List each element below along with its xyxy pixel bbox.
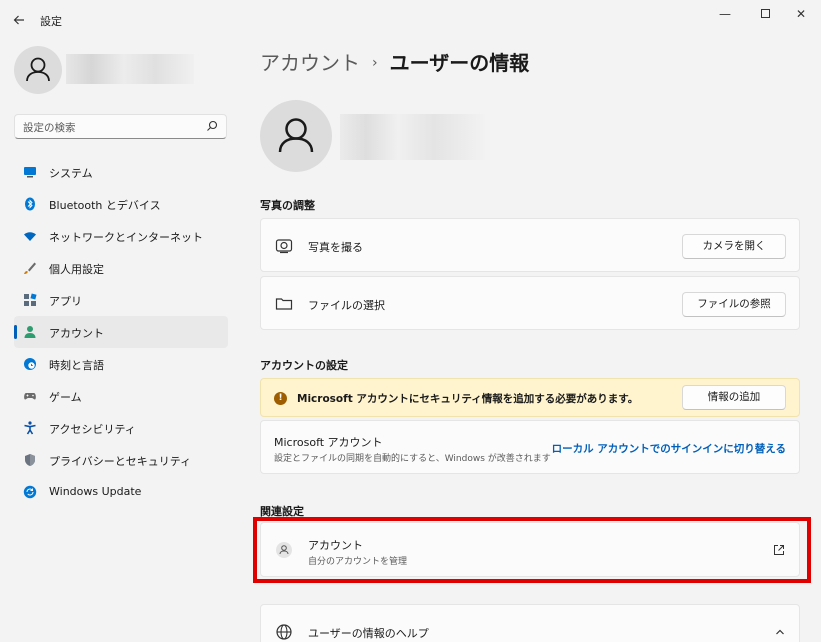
sidebar-item-network[interactable]: ネットワークとインターネット bbox=[14, 220, 228, 252]
person-icon bbox=[26, 57, 50, 82]
sidebar-item-label: アカウント bbox=[49, 327, 104, 340]
profile-name-redacted bbox=[340, 114, 485, 160]
sidebar-item-system[interactable]: システム bbox=[14, 156, 228, 188]
sidebar-item-apps[interactable]: アプリ bbox=[14, 284, 228, 316]
page-title: ユーザーの情報 bbox=[389, 51, 530, 75]
breadcrumb: アカウント › ユーザーの情報 bbox=[260, 47, 529, 76]
gamepad-icon bbox=[24, 393, 36, 400]
close-icon: ✕ bbox=[795, 7, 807, 21]
take-photo-card: 写真を撮る カメラを開く bbox=[260, 218, 800, 272]
sidebar-item-label: Bluetooth とデバイス bbox=[49, 199, 161, 212]
sidebar-item-label: 時刻と言語 bbox=[49, 359, 104, 372]
search-input[interactable]: 設定の検索 bbox=[14, 114, 227, 139]
clock-globe-icon bbox=[24, 358, 36, 370]
sidebar-nav: システム Bluetooth とデバイス ネットワークとインターネット 個人用設… bbox=[14, 156, 228, 508]
sidebar-item-gaming[interactable]: ゲーム bbox=[14, 380, 228, 412]
app-title: 設定 bbox=[40, 15, 62, 28]
person-icon bbox=[278, 118, 314, 153]
minimize-button[interactable]: — bbox=[710, 6, 740, 22]
maximize-icon bbox=[760, 9, 770, 18]
minimize-icon: — bbox=[719, 7, 731, 21]
shield-icon bbox=[25, 454, 35, 466]
microsoft-account-card: Microsoft アカウント 設定とファイルの同期を自動的にすると、Windo… bbox=[260, 420, 800, 474]
back-arrow-icon bbox=[13, 15, 24, 25]
active-indicator bbox=[14, 325, 17, 339]
sidebar-item-personalization[interactable]: 個人用設定 bbox=[14, 252, 228, 284]
choose-file-label: ファイルの選択 bbox=[308, 299, 385, 312]
microsoft-account-title: Microsoft アカウント bbox=[274, 436, 383, 449]
warning-text: Microsoft アカウントにセキュリティ情報を追加する必要があります。 bbox=[297, 393, 639, 405]
back-button[interactable] bbox=[8, 10, 30, 30]
sidebar-item-label: Windows Update bbox=[49, 485, 142, 498]
account-icon bbox=[24, 326, 36, 338]
browse-files-button[interactable]: ファイルの参照 bbox=[682, 292, 786, 317]
breadcrumb-parent[interactable]: アカウント bbox=[260, 51, 360, 75]
sidebar-item-time-language[interactable]: 時刻と言語 bbox=[14, 348, 228, 380]
close-button[interactable]: ✕ bbox=[786, 6, 816, 22]
photo-section-title: 写真の調整 bbox=[260, 199, 315, 212]
apps-icon bbox=[24, 293, 37, 306]
sidebar-item-label: ゲーム bbox=[49, 391, 82, 404]
globe-icon bbox=[276, 624, 292, 640]
chevron-up-icon[interactable] bbox=[775, 627, 785, 637]
sidebar-item-label: システム bbox=[49, 167, 93, 180]
add-info-button[interactable]: 情報の追加 bbox=[682, 385, 786, 410]
user-name-redacted bbox=[66, 54, 194, 84]
folder-icon bbox=[275, 298, 293, 310]
account-settings-title: アカウントの設定 bbox=[260, 359, 348, 372]
help-card[interactable]: ユーザーの情報のヘルプ bbox=[260, 604, 800, 642]
title-bar: 設定 — ✕ bbox=[0, 0, 821, 40]
breadcrumb-separator: › bbox=[372, 55, 378, 71]
security-warning-banner: ! Microsoft アカウントにセキュリティ情報を追加する必要があります。 … bbox=[260, 378, 800, 417]
sidebar-item-label: アプリ bbox=[49, 295, 82, 308]
open-camera-button[interactable]: カメラを開く bbox=[682, 234, 786, 259]
microsoft-account-desc: 設定とファイルの同期を自動的にすると、Windows が改善されます bbox=[274, 454, 551, 464]
camera-icon bbox=[275, 239, 293, 254]
sidebar-item-label: プライバシーとセキュリティ bbox=[49, 455, 192, 468]
sidebar-item-accounts[interactable]: アカウント bbox=[14, 316, 228, 348]
search-icon bbox=[207, 120, 218, 131]
sidebar-item-windows-update[interactable]: Windows Update bbox=[14, 476, 228, 508]
sidebar-item-label: 個人用設定 bbox=[49, 263, 104, 276]
sidebar-item-bluetooth[interactable]: Bluetooth とデバイス bbox=[14, 188, 228, 220]
system-icon bbox=[24, 167, 36, 178]
sidebar-item-privacy[interactable]: プライバシーとセキュリティ bbox=[14, 444, 228, 476]
windows-update-icon bbox=[23, 485, 37, 499]
search-placeholder: 設定の検索 bbox=[23, 122, 76, 134]
profile-avatar bbox=[260, 100, 332, 172]
warning-icon: ! bbox=[274, 392, 287, 405]
wifi-icon bbox=[24, 232, 36, 241]
highlight-annotation bbox=[253, 517, 811, 583]
sidebar-item-accessibility[interactable]: アクセシビリティ bbox=[14, 412, 228, 444]
sidebar-item-label: ネットワークとインターネット bbox=[49, 231, 203, 244]
sidebar-avatar[interactable] bbox=[14, 46, 62, 94]
help-title: ユーザーの情報のヘルプ bbox=[308, 627, 429, 640]
accessibility-icon bbox=[24, 421, 36, 435]
brush-icon bbox=[24, 262, 36, 274]
sidebar-item-label: アクセシビリティ bbox=[49, 423, 136, 436]
switch-to-local-account-link[interactable]: ローカル アカウントでのサインインに切り替える bbox=[552, 441, 786, 456]
take-photo-label: 写真を撮る bbox=[308, 241, 363, 254]
maximize-button[interactable] bbox=[750, 6, 780, 22]
bluetooth-icon bbox=[25, 197, 35, 211]
choose-file-card: ファイルの選択 ファイルの参照 bbox=[260, 276, 800, 330]
